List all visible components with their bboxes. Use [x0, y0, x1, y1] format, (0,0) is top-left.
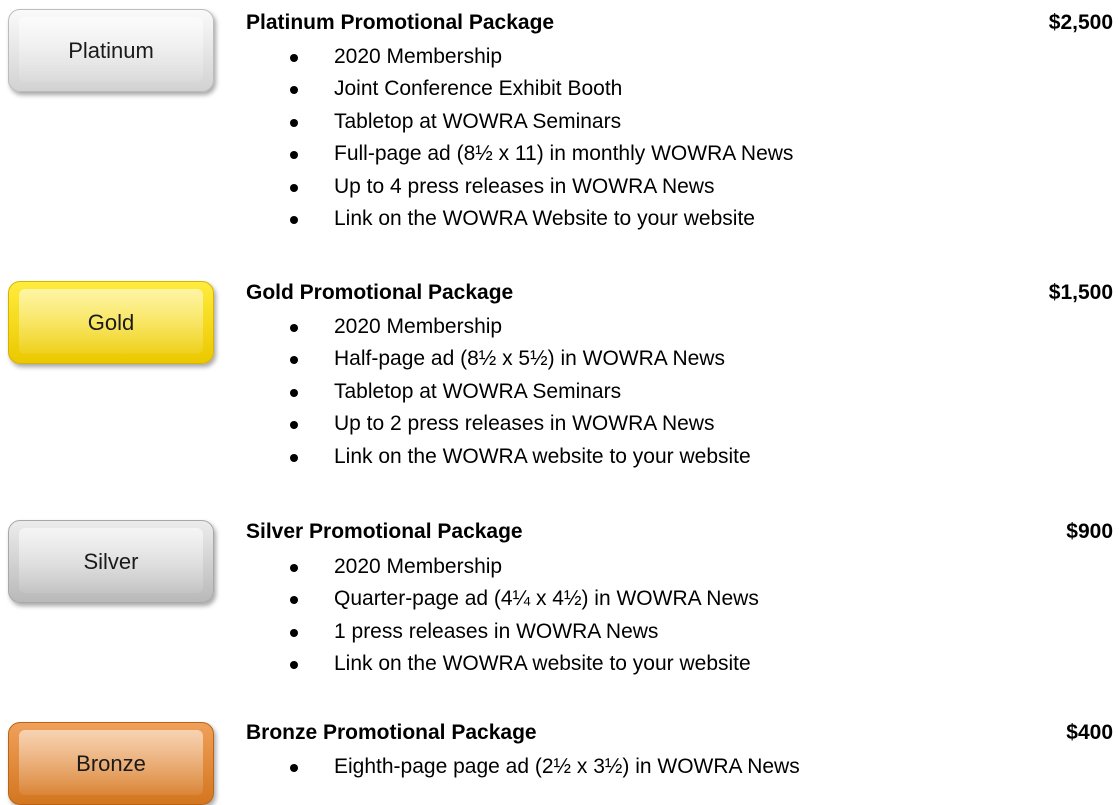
list-item: Tabletop at WOWRA Seminars	[0, 106, 793, 138]
list-item: Tabletop at WOWRA Seminars	[0, 376, 751, 408]
bullet-icon	[290, 421, 298, 430]
bullet-icon	[290, 54, 298, 62]
gold-title: Gold Promotional Package	[246, 281, 514, 304]
item-text: Tabletop at WOWRA Seminars	[334, 109, 622, 133]
gold-price: $1,500	[1048, 281, 1113, 304]
list-item: Quarter-page ad (4¼ x 4½) in WOWRA News	[0, 583, 759, 615]
list-item: Link on the WOWRA website to your websit…	[0, 441, 751, 473]
item-text: Quarter-page ad (4¼ x 4½) in WOWRA News	[334, 587, 759, 611]
bullet-icon	[290, 388, 298, 397]
item-text: Tabletop at WOWRA Seminars	[334, 379, 622, 403]
bullet-icon	[290, 215, 298, 224]
item-text: Full-page ad (8½ x 11) in monthly WOWRA …	[334, 142, 794, 166]
bullet-icon	[290, 324, 298, 332]
list-item: Link on the WOWRA Website to your websit…	[0, 203, 793, 235]
list-item: Eighth-page page ad (2½ x 3½) in WOWRA N…	[0, 751, 800, 783]
platinum-price: $2,500	[1048, 11, 1113, 34]
bullet-icon	[290, 628, 298, 637]
item-text: Up to 4 press releases in WOWRA News	[334, 174, 715, 198]
bullet-icon	[290, 764, 298, 772]
list-item: 2020 Membership	[0, 551, 759, 583]
item-text: 1 press releases in WOWRA News	[334, 619, 659, 643]
item-text: Eighth-page page ad (2½ x 3½) in WOWRA N…	[334, 755, 800, 778]
item-text: Link on the WOWRA website to your websit…	[334, 444, 751, 468]
item-text: Half-page ad (8½ x 5½) in WOWRA News	[334, 347, 725, 371]
bullet-icon	[290, 183, 298, 192]
silver-price: $900	[1066, 520, 1113, 543]
list-item: 2020 Membership	[0, 41, 793, 73]
bullet-icon	[290, 596, 298, 605]
item-text: 2020 Membership	[334, 45, 503, 68]
silver-feature-list: 2020 Membership Quarter-page ad (4¼ x 4½…	[0, 551, 759, 681]
list-item: Up to 4 press releases in WOWRA News	[0, 171, 793, 203]
bronze-title: Bronze Promotional Package	[246, 721, 537, 744]
bullet-icon	[290, 151, 298, 160]
bullet-icon	[290, 356, 298, 365]
item-text: 2020 Membership	[334, 315, 503, 338]
list-item: Full-page ad (8½ x 11) in monthly WOWRA …	[0, 138, 793, 170]
item-text: Up to 2 press releases in WOWRA News	[334, 412, 715, 436]
bronze-feature-list: Eighth-page page ad (2½ x 3½) in WOWRA N…	[0, 751, 800, 783]
list-item: 2020 Membership	[0, 311, 751, 343]
item-text: Joint Conference Exhibit Booth	[334, 77, 623, 101]
list-item: Up to 2 press releases in WOWRA News	[0, 408, 751, 440]
bullet-icon	[290, 86, 298, 95]
item-text: Link on the WOWRA website to your websit…	[334, 652, 751, 676]
bullet-icon	[290, 118, 298, 127]
item-text: 2020 Membership	[334, 555, 503, 578]
item-text: Link on the WOWRA Website to your websit…	[334, 206, 755, 230]
list-item: Link on the WOWRA website to your websit…	[0, 648, 759, 680]
platinum-title: Platinum Promotional Package	[246, 11, 555, 34]
bronze-price: $400	[1066, 721, 1113, 744]
list-item: 1 press releases in WOWRA News	[0, 616, 759, 648]
list-item: Joint Conference Exhibit Booth	[0, 73, 793, 105]
bullet-icon	[290, 453, 298, 462]
list-item: Half-page ad (8½ x 5½) in WOWRA News	[0, 343, 751, 375]
bullet-icon	[290, 564, 298, 572]
bullet-icon	[290, 661, 298, 670]
silver-title: Silver Promotional Package	[246, 520, 523, 543]
gold-feature-list: 2020 Membership Half-page ad (8½ x 5½) i…	[0, 311, 751, 473]
platinum-feature-list: 2020 Membership Joint Conference Exhibit…	[0, 41, 793, 235]
